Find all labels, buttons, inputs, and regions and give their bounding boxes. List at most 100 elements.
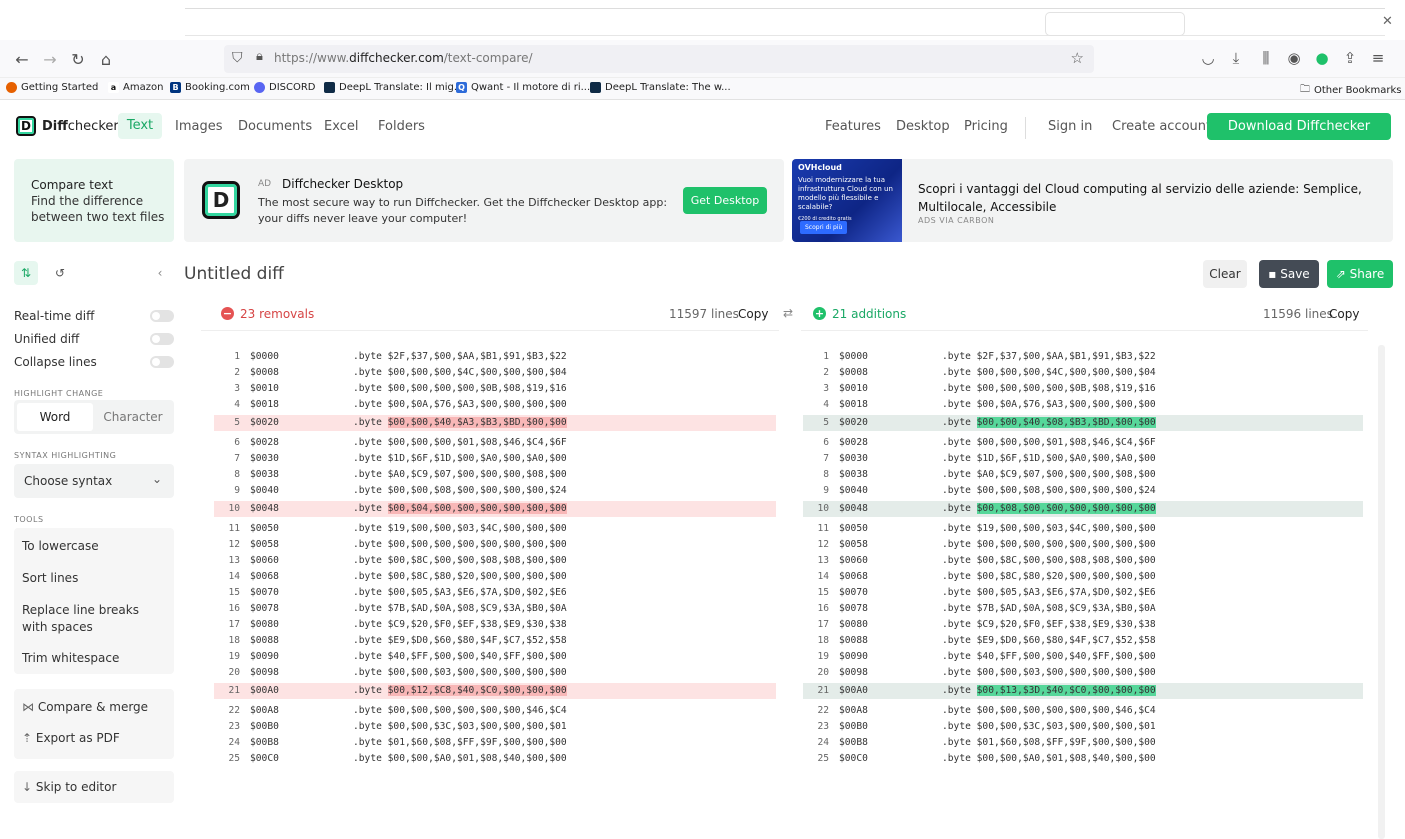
line-content: .byte $00,$00,$03,$00,$00,$00,$00,$00 [942,665,1156,681]
diff-line: 2 $0008 .byte $00,$00,$00,$4C,$00,$00,$00,… [214,365,776,381]
nav-desktop[interactable]: Desktop [896,119,950,134]
word-option[interactable]: Word [17,403,93,431]
line-number: 2 [823,367,829,378]
pocket-icon[interactable]: ◡ [1198,49,1218,67]
left-panel-header: − 23 removals 11597 lines Copy [201,299,779,331]
other-bookmarks[interactable]: 🗀︎ Other Bookmarks [1300,82,1401,99]
nav-text[interactable]: Text [118,113,162,139]
settings-tab-icon[interactable]: ⇅ [14,261,38,285]
line-address: $0090 [839,651,868,662]
bookmark-item[interactable]: DeepL Translate: Il mig... [324,82,463,93]
download-icon[interactable]: ⤓ [1226,49,1246,67]
menu-icon[interactable]: ≡ [1368,49,1388,67]
nav-excel[interactable]: Excel [324,119,358,134]
bookmark-item[interactable]: a Amazon [108,82,163,93]
line-content: .byte $00,$00,$00,$00,$00,$00,$00,$00 [942,537,1156,553]
nav-images[interactable]: Images [175,119,223,134]
bookmark-label: Qwant - Il motore di ri... [471,82,591,93]
line-address: $00A0 [250,685,279,696]
brand-diff: Diff [42,118,68,134]
download-desktop-button[interactable]: Download Diffchecker Desktop [1207,113,1391,161]
changed-text: $00,$12,$C8,$40,$C0,$00,$00,$00 [387,685,567,696]
copy-right-button[interactable]: Copy [1329,307,1359,321]
line-content: .byte $00,$00,$40,$A3,$B3,$BD,$00,$00 [353,415,567,431]
export-pdf-button[interactable]: ⇡ Export as PDF [22,730,120,747]
diff-line: 13 $0060 .byte $00,$8C,$00,$00,$08,$08,$00… [803,553,1363,569]
back-icon[interactable]: ← [12,50,32,69]
copy-left-button[interactable]: Copy [738,307,768,321]
skip-to-editor-button[interactable]: ↓ Skip to editor [14,771,174,803]
diff-line: 16 $0078 .byte $7B,$AD,$0A,$08,$C9,$3A,$B0… [803,601,1363,617]
line-number: 25 [817,753,829,764]
nav-pricing[interactable]: Pricing [964,119,1008,134]
share-page-icon[interactable]: ⇪ [1340,49,1360,67]
line-address: $0020 [250,417,279,428]
realtime-diff-toggle[interactable] [150,310,174,322]
bookmark-item[interactable]: B Booking.com [170,82,250,93]
arrow-down-icon: ↓ [22,780,36,794]
save-button[interactable]: ▪ Save [1259,260,1319,288]
diff-line: 9 $0040 .byte $00,$00,$08,$00,$00,$00,$00,… [803,483,1363,499]
brand-name: Diffchecker [42,119,119,134]
bookmark-item[interactable]: Getting Started [6,82,98,93]
line-content: .byte $C9,$20,$F0,$EF,$38,$E9,$30,$38 [353,617,567,633]
syntax-select[interactable]: Choose syntax ⌄ [14,464,174,498]
line-text: .byte $00,$00,$00,$01,$08,$46,$C4,$6F [942,437,1156,448]
account-icon[interactable]: ◉ [1284,49,1304,67]
character-option[interactable]: Character [94,403,172,431]
line-address: $00A8 [839,705,868,716]
line-address: $0008 [250,367,279,378]
home-icon[interactable]: ⌂ [96,50,116,69]
compare-merge-label: Compare & merge [37,700,149,714]
reload-icon[interactable]: ↻ [68,50,88,69]
compare-merge-button[interactable]: ⋈ Compare & merge [22,699,148,716]
line-text: .byte $01,$60,$08,$FF,$9F,$00,$00,$00 [942,737,1156,748]
realtime-diff-row: Real-time diff [14,307,174,325]
nav-features[interactable]: Features [825,119,881,134]
bookmark-item[interactable]: Q Qwant - Il motore di ri... [456,82,590,93]
carbon-ad[interactable]: OVHcloud Vuoi modernizzare la tua infras… [792,159,1393,242]
bookmark-star-icon[interactable]: ☆ [1071,49,1084,67]
diff-scrollbar[interactable] [1378,345,1385,839]
collapse-lines-toggle[interactable] [150,356,174,368]
ads-via-carbon[interactable]: ADS VIA CARBON [918,216,994,225]
trim-whitespace-tool[interactable]: Trim whitespace [22,650,119,667]
clear-button[interactable]: Clear [1203,260,1247,288]
bookmark-label: DeepL Translate: Il mig... [339,82,464,93]
share-button[interactable]: ⇗ Share [1327,260,1393,288]
line-text: .byte $1D,$6F,$1D,$00,$A0,$00,$A0,$00 [353,453,567,464]
extension-icon[interactable]: ● [1312,49,1332,67]
line-number: 18 [817,635,829,646]
swap-icon[interactable]: ⇄ [783,306,793,320]
unified-diff-toggle[interactable] [150,333,174,345]
diffchecker-logo[interactable]: D Diffchecker [16,116,119,136]
to-lowercase-tool[interactable]: To lowercase [22,538,99,555]
line-number: 24 [817,737,829,748]
line-content: .byte $00,$05,$A3,$E6,$7A,$D0,$02,$E6 [942,585,1156,601]
create-account-link[interactable]: Create account [1112,119,1211,134]
ovhcloud-ad-image[interactable]: OVHcloud Vuoi modernizzare la tua infras… [792,159,902,242]
line-address: $0040 [250,485,279,496]
get-desktop-button[interactable]: Get Desktop [683,187,767,214]
brand-checker: checker [67,118,119,134]
bookmark-item[interactable]: DeepL Translate: The w... [590,82,731,93]
sort-lines-tool[interactable]: Sort lines [22,570,78,587]
close-icon[interactable]: ✕ [1382,14,1393,29]
library-icon[interactable]: ⫼ [1256,49,1276,67]
carbon-ad-text[interactable]: Scopri i vantaggi del Cloud computing al… [918,180,1388,216]
browser-tab[interactable] [1045,12,1185,36]
history-icon[interactable]: ↺ [48,261,72,285]
collapse-sidebar-icon[interactable]: ‹ [148,261,172,285]
nav-documents[interactable]: Documents [238,119,312,134]
other-bookmarks-label: Other Bookmarks [1314,85,1402,96]
replace-line-breaks-tool[interactable]: Replace line breaks with spaces [22,602,162,636]
sign-in-link[interactable]: Sign in [1048,119,1092,134]
diff-title[interactable]: Untitled diff [184,264,284,284]
url-bar[interactable]: ⛉ 🔒︎ https://www.diffchecker.com/text-co… [224,45,1094,73]
bookmark-item[interactable]: DISCORD [254,82,316,93]
compare-title: Compare text [31,178,113,192]
nav-folders[interactable]: Folders [378,119,425,134]
forward-icon[interactable]: → [40,50,60,69]
diff-line: 6 $0028 .byte $00,$00,$00,$01,$08,$46,$C4,… [214,435,776,451]
line-address: $0050 [250,523,279,534]
